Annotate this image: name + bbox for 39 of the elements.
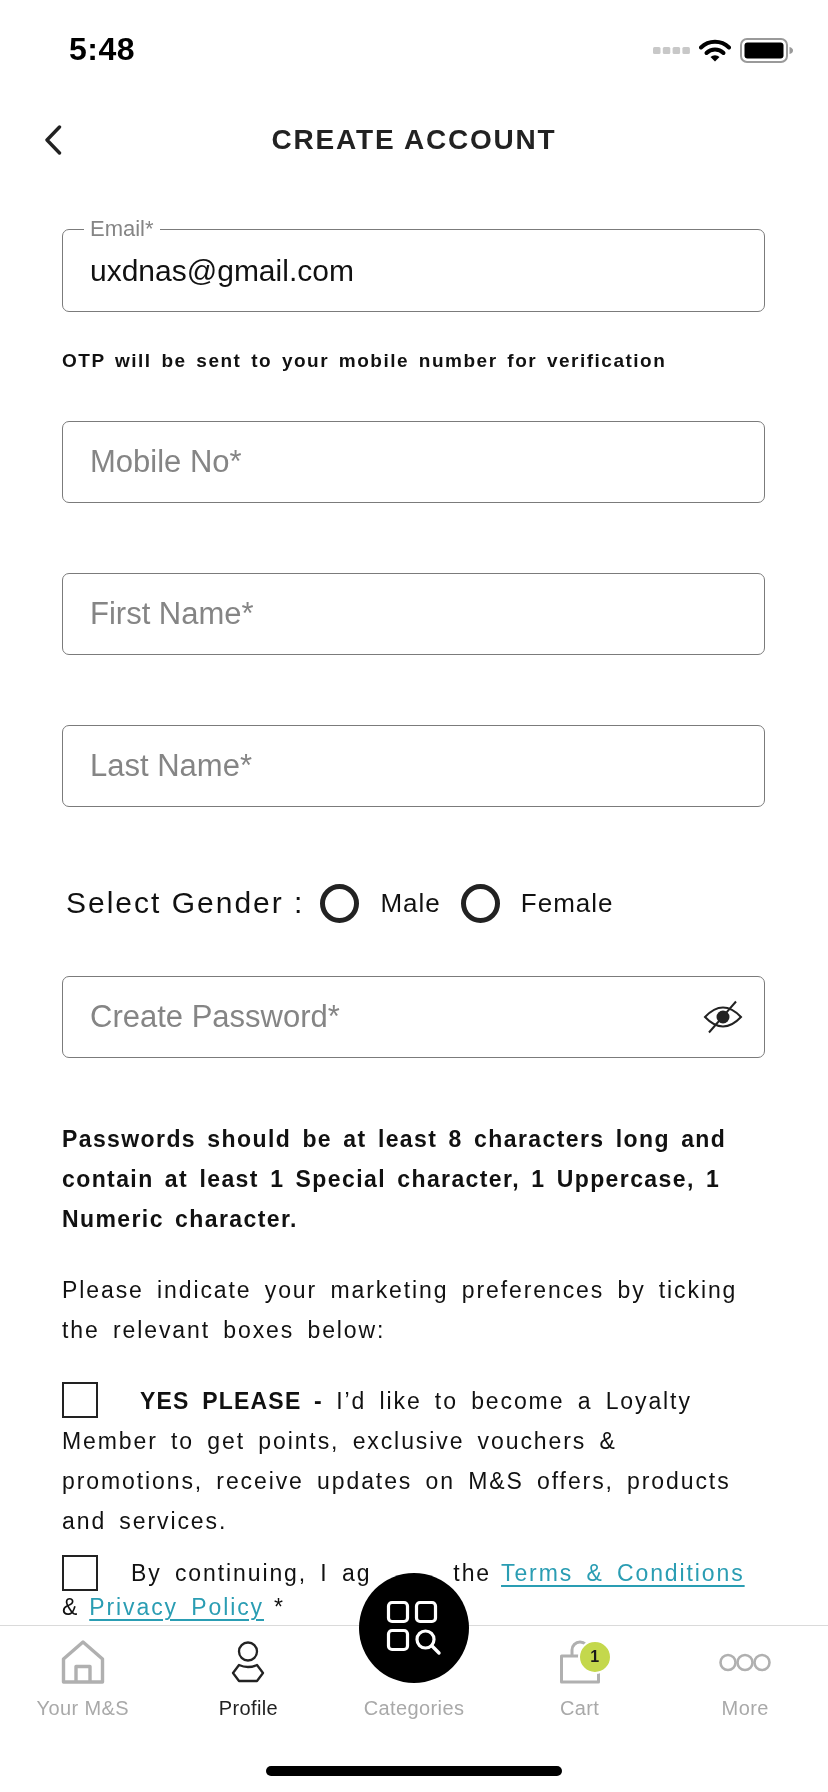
- first-name-field[interactable]: First Name*: [62, 573, 765, 655]
- last-name-field[interactable]: Last Name*: [62, 725, 765, 807]
- profile-tab[interactable]: Profile: [165, 1640, 332, 1721]
- page-title: CREATE ACCOUNT: [271, 124, 557, 156]
- wifi-icon: [699, 38, 731, 62]
- email-field[interactable]: Email* uxdnas@gmail.com: [62, 217, 765, 312]
- radio-button[interactable]: [460, 883, 500, 923]
- consent-text: the: [453, 1559, 492, 1587]
- consent-text: By continuing, I ag: [131, 1559, 372, 1587]
- home-icon: [59, 1639, 106, 1685]
- more-tab[interactable]: More: [662, 1640, 828, 1721]
- mobile-field[interactable]: Mobile No*: [62, 421, 765, 503]
- gender-label: Select Gender :: [66, 886, 305, 920]
- cart-tab[interactable]: 1 Cart: [496, 1640, 663, 1721]
- password-rules-text: Passwords should be at least 8 characters long and contain at least 1 Special character, 1 Uppercase, 1 Numeric character.: [62, 1125, 728, 1234]
- checkbox[interactable]: [62, 1382, 98, 1418]
- radio-button[interactable]: [320, 883, 360, 923]
- person-icon: [230, 1641, 267, 1683]
- radio-label: Male: [380, 887, 441, 919]
- cart-badge: 1: [577, 1640, 612, 1674]
- loyalty-consent-option[interactable]: YES PLEASE - I’d like to become a Loyalty Member to get points, exclusive vouchers & promotions, receive updates on M&S offers, products and services.: [62, 1381, 765, 1541]
- consent-text: &: [62, 1593, 80, 1621]
- otp-note: OTP will be sent to your mobile number for verification: [62, 349, 668, 373]
- marketing-intro-text: Please indicate your marketing preferences by ticking the relevant boxes below:: [62, 1276, 739, 1345]
- status-time: 5:48: [69, 30, 136, 68]
- back-icon: [44, 125, 62, 155]
- signal-icon: [653, 46, 690, 54]
- password-field[interactable]: Create Password*: [62, 976, 765, 1058]
- home-tab[interactable]: Your M&S: [0, 1640, 166, 1721]
- more-icon: [719, 1652, 772, 1672]
- checkbox[interactable]: [62, 1555, 98, 1591]
- battery-icon: [740, 37, 793, 63]
- terms-conditions-link[interactable]: Terms & Conditions: [501, 1559, 745, 1587]
- eye-slash-icon[interactable]: [703, 1000, 743, 1034]
- consent-text: *: [274, 1593, 285, 1621]
- privacy-policy-link[interactable]: Privacy Policy: [89, 1593, 264, 1621]
- back-button[interactable]: [44, 125, 62, 155]
- radio-label: Female: [520, 887, 614, 919]
- email-label: Email*: [89, 217, 155, 241]
